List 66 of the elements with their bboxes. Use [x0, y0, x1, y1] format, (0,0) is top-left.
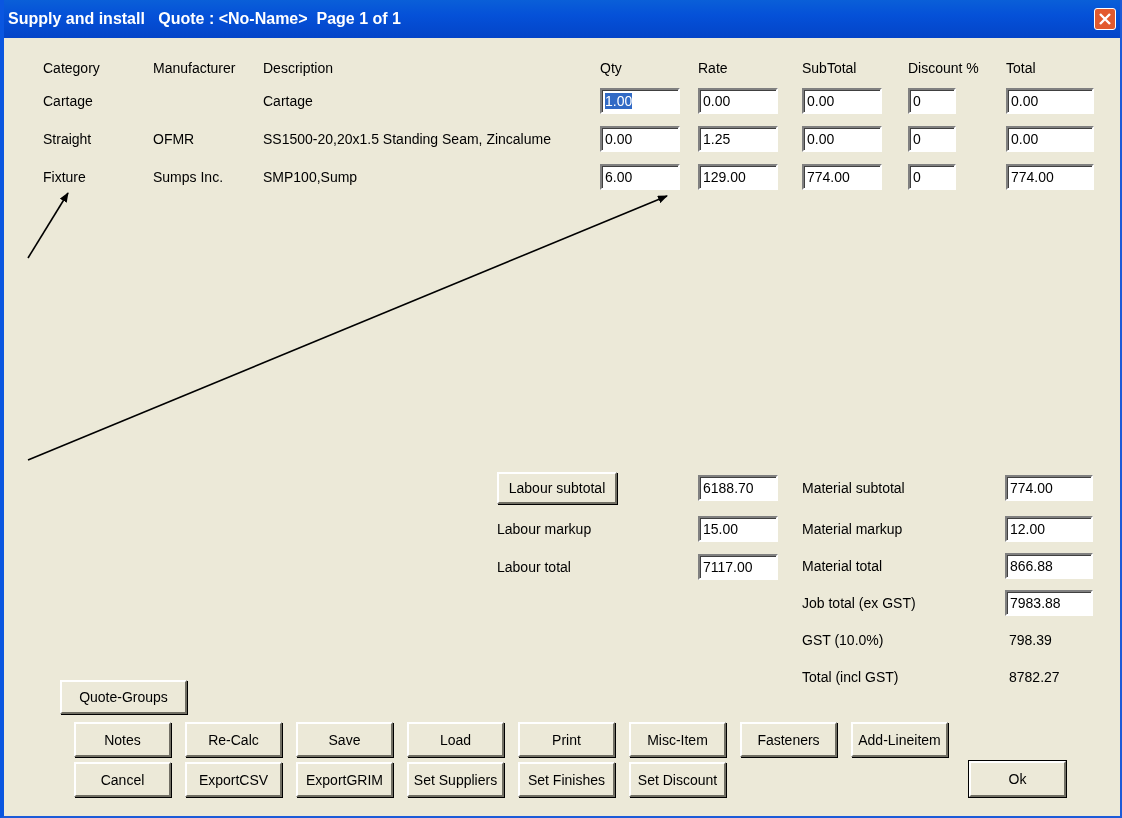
action-button[interactable]: Print	[518, 722, 615, 757]
subtotal-field[interactable]: 774.00	[802, 164, 882, 190]
labour-value-field[interactable]: 7117.00	[698, 554, 778, 580]
material-label: Total (incl GST)	[802, 668, 900, 685]
labour-subtotal-button[interactable]: Labour subtotal	[497, 472, 617, 504]
total-field[interactable]: 0.00	[1006, 126, 1094, 152]
action-button[interactable]: Fasteners	[740, 722, 837, 757]
labour-value-field[interactable]: 15.00	[698, 516, 778, 542]
labour-label: Labour markup	[497, 521, 592, 537]
category-text: Cartage	[43, 92, 94, 111]
subtotal-field[interactable]: 0.00	[802, 126, 882, 152]
material-value-field[interactable]: 12.00	[1005, 515, 1093, 542]
total-field[interactable]: 774.00	[1006, 164, 1094, 190]
category-text: Straight	[43, 130, 93, 149]
column-header: Description	[263, 60, 335, 76]
qty-field[interactable]: 1.00	[600, 88, 680, 114]
labour-label: Labour total	[497, 559, 571, 575]
action-button[interactable]: ExportCSV	[185, 762, 282, 797]
rate-field[interactable]: 0.00	[698, 88, 778, 114]
discount-field[interactable]: 0	[908, 88, 956, 114]
material-label: Material total	[802, 557, 884, 574]
qty-field[interactable]: 0.00	[600, 126, 680, 152]
ok-button[interactable]: Ok	[969, 761, 1066, 797]
action-button[interactable]: Save	[296, 722, 393, 757]
rate-field[interactable]: 1.25	[698, 126, 778, 152]
total-value: 8782.27	[1008, 668, 1060, 685]
action-button[interactable]: Set Discount	[629, 762, 726, 797]
column-header: Qty	[600, 60, 623, 76]
subtotal-field[interactable]: 0.00	[802, 88, 882, 114]
labour-value-field[interactable]: 6188.70	[698, 475, 778, 501]
material-label: GST (10.0%)	[802, 631, 885, 648]
column-header: SubTotal	[802, 60, 858, 76]
material-value-field[interactable]: 866.88	[1005, 552, 1093, 579]
description-text: SS1500-20,20x1.5 Standing Seam, Zincalume	[263, 130, 552, 149]
window-title: Supply and install Quote : <No-Name> Page 1 of 1	[8, 10, 401, 28]
column-header: Manufacturer	[153, 60, 237, 76]
action-button[interactable]: Add-Lineitem	[851, 722, 948, 757]
material-label: Material subtotal	[802, 480, 906, 496]
discount-field[interactable]: 0	[908, 126, 956, 152]
column-header: Category	[43, 60, 101, 76]
material-value-field[interactable]: 774.00	[1005, 475, 1093, 501]
manufacturer-text: OFMR	[153, 131, 195, 147]
category-text: Fixture	[43, 168, 87, 187]
action-button[interactable]: Load	[407, 722, 504, 757]
quote-groups-button[interactable]: Quote-Groups	[60, 680, 187, 714]
action-button[interactable]: ExportGRIM	[296, 762, 393, 797]
column-header: Rate	[698, 60, 729, 76]
material-value-field[interactable]: 7983.88	[1005, 589, 1093, 616]
material-label: Material markup	[802, 520, 904, 537]
description-text: SMP100,Sump	[263, 168, 359, 187]
qty-field[interactable]: 6.00	[600, 164, 680, 190]
action-button[interactable]: Cancel	[74, 762, 171, 797]
action-button[interactable]: Misc-Item	[629, 722, 726, 757]
total-value: 798.39	[1008, 631, 1052, 648]
material-label: Job total (ex GST)	[802, 594, 917, 611]
action-button[interactable]: Re-Calc	[185, 722, 282, 757]
total-field[interactable]: 0.00	[1006, 88, 1094, 114]
discount-field[interactable]: 0	[908, 164, 956, 190]
manufacturer-text: Sumps Inc.	[153, 169, 224, 185]
column-header: Discount %	[908, 60, 980, 76]
rate-field[interactable]: 129.00	[698, 164, 778, 190]
action-button[interactable]: Notes	[74, 722, 171, 757]
column-header: Total	[1006, 60, 1037, 76]
action-button[interactable]: Set Finishes	[518, 762, 615, 797]
description-text: Cartage	[263, 92, 314, 111]
action-button[interactable]: Set Suppliers	[407, 762, 504, 797]
